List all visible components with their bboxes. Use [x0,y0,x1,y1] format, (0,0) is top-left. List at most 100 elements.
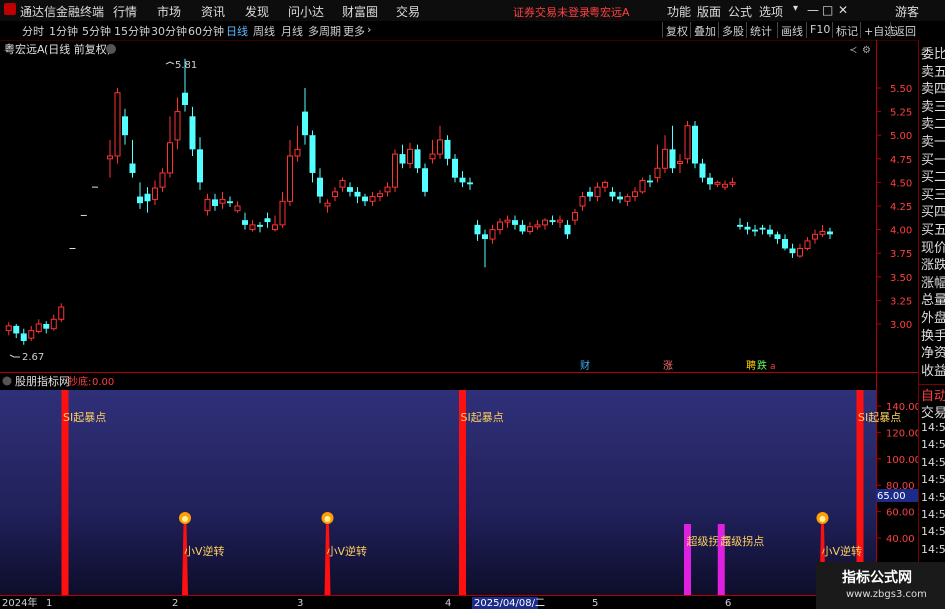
watermark: 指标公式网 www.zbgs3.com [816,562,945,609]
quote-label: 收益 [921,363,945,379]
indicator-param-value: 0.00 [92,377,114,388]
chart-stock-name: 粤宏远A [4,42,45,56]
btn-biaoji[interactable]: 标记 [832,22,861,38]
btn-back[interactable]: 返回 [890,22,919,38]
btn-duogu[interactable]: 多股 [718,22,747,38]
quote-label: 卖五 [921,64,945,80]
btn-fuquan[interactable]: 复权 [662,22,691,38]
candle-body-up [107,155,113,160]
candle-body-up [594,186,601,198]
share-icon[interactable]: ≺ [849,45,857,56]
candle-body-up [377,193,383,198]
period-weekly[interactable]: 周线 [253,23,275,39]
price-tick-label: 4.25 [890,202,912,213]
trade-time: 14:56 [921,508,945,521]
period-daily[interactable]: 日线 [226,23,248,39]
indicator-tick-label: 60.00 [886,508,915,519]
quote-label: 净资 [921,346,945,362]
candle-body-up [279,200,286,226]
menu-hangqing[interactable]: 行情 [113,3,137,20]
candle-body-down [43,324,50,329]
candle-body-down [452,158,458,178]
candle-body-down [13,325,20,334]
candle-body-up [624,196,631,202]
candle-body-up [272,224,278,231]
candle-body-up [167,142,173,174]
menu-xuanxiang[interactable]: 选项 [759,3,783,20]
candle-body-up [332,191,338,198]
trade-time: 14:56 [921,542,945,556]
chart-period-desc: (日线 前复权) [44,42,111,56]
candle-body-down [264,218,271,223]
trade-time: 14:56 [921,455,945,469]
indicator-settings-icon[interactable] [2,376,12,386]
candle-body-down [182,92,188,105]
candle-body-up [287,155,293,202]
indicator-chart[interactable]: 股朋指标网 抄底: 0.00 140.00120.00100.0080.0060… [0,373,918,609]
candlestick-chart[interactable]: 5.50 5.25 5.00 4.75 4.50 4.25 4.00 3.75 3.50 3.25… [0,40,918,373]
event-mark-cai[interactable]: 财 [580,359,590,372]
login-notice[interactable]: 证券交易未登录 [513,4,590,20]
close-icon[interactable]: ✕ [838,3,848,17]
candle-body-down [482,234,488,240]
event-mark-pin[interactable]: 聘 [746,359,756,372]
user-label[interactable]: 游客 [895,3,919,20]
menu-faxian[interactable]: 发现 [245,3,269,20]
candle-body-down [467,182,473,185]
date-label-5: 5 [592,598,598,609]
event-mark-a[interactable]: a [770,362,776,372]
btn-f10[interactable]: F10 [806,22,833,38]
period-more[interactable]: 更多 [343,23,365,39]
menu-banmian[interactable]: 版面 [697,3,721,20]
menu-shichang[interactable]: 市场 [157,3,181,20]
menu-gongshi[interactable]: 公式 [728,3,752,20]
menu-caifuquan[interactable]: 财富圈 [342,3,378,20]
period-monthly[interactable]: 月线 [281,23,303,39]
candle-body-up [114,92,121,157]
quote-label: 买一 [921,152,945,168]
menu-jiaoyi[interactable]: 交易 [396,3,420,20]
indicator-name[interactable]: 股朋指标网 [15,374,70,388]
candle-body-up [819,230,826,235]
indicator-param-label: 抄底: [68,375,91,388]
period-fenshi[interactable]: 分时 [22,23,44,39]
chart-settings-icon[interactable] [106,44,116,54]
date-label-6: 6 [725,598,731,609]
candle-body-down [227,201,233,204]
btn-tongji[interactable]: 统计 [746,22,775,38]
price-tick-label: 3.25 [890,296,912,307]
btn-diejia[interactable]: 叠加 [690,22,719,38]
tab-trade[interactable]: 交易 [921,402,945,421]
gear-icon[interactable]: ⚙ [862,45,871,56]
candle-body-down [692,125,698,164]
period-15min[interactable]: 15分钟 [114,23,150,39]
candle-body-up [152,187,158,200]
menu-zixun[interactable]: 资讯 [201,3,225,20]
candle-body-down [399,154,406,164]
period-1min[interactable]: 1分钟 [49,23,78,39]
event-mark-zhang[interactable]: 涨 [663,360,673,372]
period-30min[interactable]: 30分钟 [151,23,187,39]
period-multi[interactable]: 多周期 [308,23,341,39]
candle-body-up [542,219,548,226]
candle-body-down [444,139,451,159]
period-60min[interactable]: 60分钟 [188,23,224,39]
qibao-signal-label: SI起暴点 [461,411,504,424]
menu-wenxiaoda[interactable]: 问小达 [288,3,324,20]
menu-gongneng[interactable]: 功能 [667,3,691,20]
candle-body-down [789,248,796,254]
candle-body-up [722,183,728,188]
event-mark-die[interactable]: 跌 [757,359,767,372]
candle-body-up [294,148,301,157]
minimize-icon[interactable]: — [807,3,819,17]
maximize-icon[interactable]: □ [822,3,833,17]
candle-body-down [564,224,571,235]
dropdown-icon[interactable]: ▾ [793,3,798,14]
period-5min[interactable]: 5分钟 [82,23,111,39]
btn-huaxian[interactable]: 画线 [777,22,806,38]
candle-body-down [257,224,263,227]
candle-body-down [767,229,773,235]
chevron-right-icon[interactable]: › [367,23,371,36]
trade-time: 14:56 [921,490,945,504]
high-price-label: 5.81 [175,60,197,71]
